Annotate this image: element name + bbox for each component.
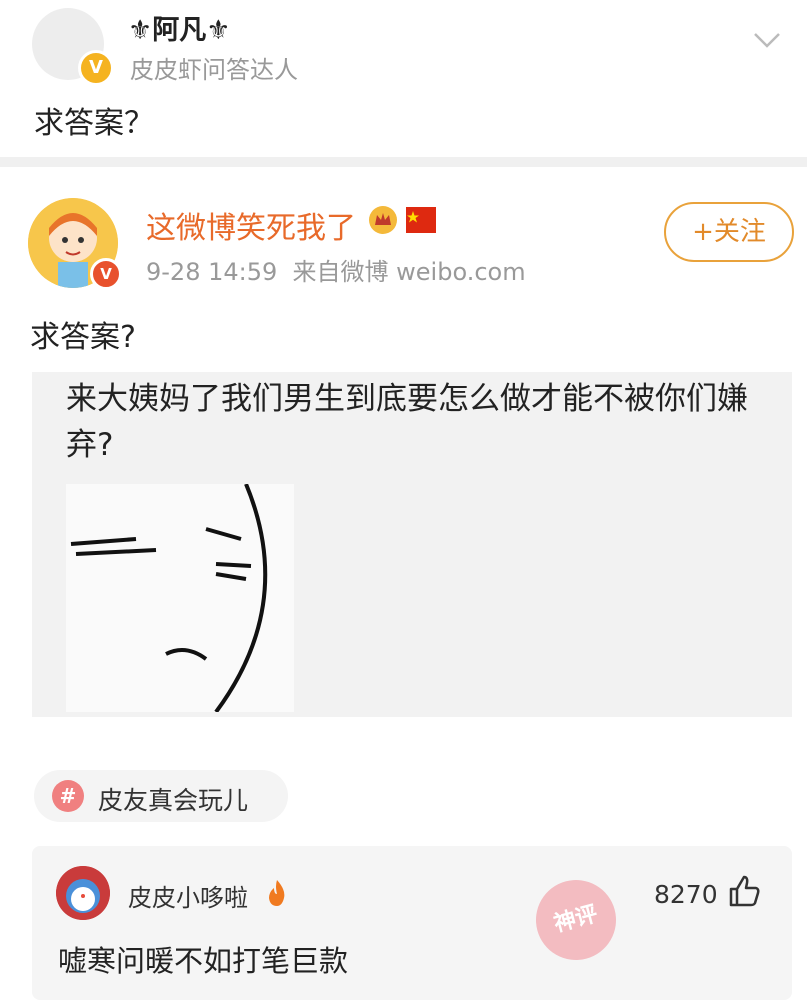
verified-badge-icon: V [90, 258, 122, 290]
china-flag-icon [406, 207, 436, 233]
follow-button[interactable]: +关注 [664, 202, 794, 262]
topic-label[interactable]: 皮友真会玩儿 [98, 781, 248, 817]
meme-face-image [66, 484, 294, 712]
question-post: V ⚜阿凡⚜ 皮皮虾问答达人 求答案？ [0, 0, 807, 160]
question-author-role: 皮皮虾问答达人 [130, 56, 298, 84]
chevron-down-icon[interactable] [752, 30, 782, 50]
fire-icon [269, 880, 285, 906]
verified-badge-icon: V [78, 50, 114, 86]
comment-avatar[interactable] [56, 866, 110, 920]
post-timestamp: 9-28 14:59 [146, 258, 278, 286]
weibo-author-name[interactable]: 这微博笑死我了 [146, 203, 356, 247]
like-count: 8270 [654, 880, 718, 909]
comment-username[interactable]: 皮皮小哆啦 [128, 878, 248, 913]
question-text: 求答案？ [34, 106, 154, 141]
post-source: 来自微博 weibo.com [292, 258, 526, 286]
question-author-name[interactable]: ⚜阿凡⚜ [128, 8, 230, 47]
hash-icon: # [52, 780, 84, 812]
weibo-text: 求答案? [30, 320, 136, 355]
image-caption: 来大姨妈了我们男生到底要怎么做才能不被你们嫌弃? [66, 381, 748, 463]
post-meta: 9-28 14:59 来自微博 weibo.com [146, 252, 526, 287]
thumb-up-icon[interactable] [728, 874, 760, 908]
comment-text: 嘘寒问暖不如打笔巨款 [58, 944, 349, 978]
section-divider [0, 157, 807, 167]
doraemon-avatar-icon [56, 866, 110, 920]
crown-icon [369, 206, 397, 234]
